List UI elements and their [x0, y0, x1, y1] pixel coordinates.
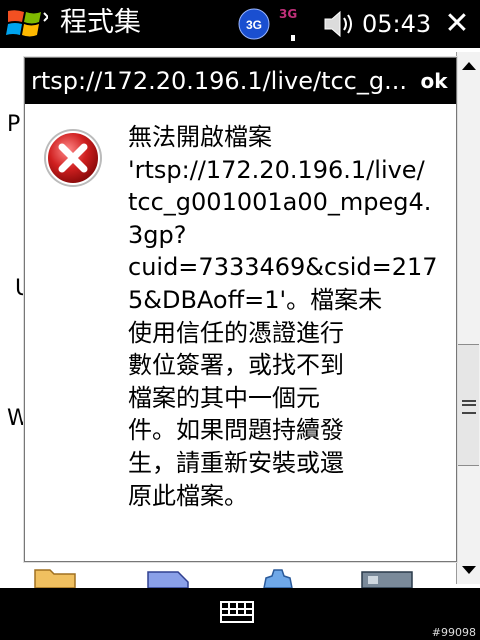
message-line: 檔案的其中一個元: [128, 383, 320, 412]
message-line: 數位簽署，或找不到: [128, 351, 344, 380]
message-line: cuid=7333469&csid=217: [128, 253, 438, 282]
network-3g-icon[interactable]: 3G: [238, 8, 270, 40]
soft-key-bar: #99098: [0, 588, 480, 640]
folder-icon[interactable]: [32, 566, 78, 588]
signal-bar: [291, 35, 295, 41]
message-line: 件。如果問題持續發: [128, 416, 344, 445]
speaker-icon[interactable]: [321, 8, 357, 40]
app-title: 程式集: [60, 7, 141, 38]
status-bar: 程式集 3G 3G 05:43 ✕: [0, 0, 480, 48]
error-message: 無法開啟檔案 'rtsp://172.20.196.1/live/ tcc_g0…: [128, 121, 438, 512]
vertical-scrollbar[interactable]: [456, 52, 480, 584]
close-icon[interactable]: ✕: [441, 8, 473, 40]
message-line: 無法開啟檔案: [128, 123, 272, 151]
media-player-icon[interactable]: [360, 566, 414, 588]
grip-icon: [462, 400, 476, 414]
message-line: 5&DBAoff=1'。檔案未: [128, 285, 383, 314]
scroll-down-arrow-icon[interactable]: [462, 566, 476, 574]
message-line: 生，請重新安裝或還: [128, 448, 344, 477]
error-icon: [44, 129, 102, 187]
dialog-titlebar: rtsp://172.20.196.1/live/tcc_g... ok: [25, 58, 456, 104]
keyboard-icon[interactable]: [220, 598, 254, 624]
message-line: 'rtsp://172.20.196.1/live/: [128, 155, 425, 184]
scrollbar-thumb[interactable]: [458, 344, 479, 466]
message-line: 3gp?: [128, 220, 187, 249]
background-item-label: P: [7, 112, 21, 137]
watermark: #99098: [431, 626, 476, 639]
dialog-title: rtsp://172.20.196.1/live/tcc_g...: [31, 67, 407, 95]
message-line: tcc_g001001a00_mpeg4.: [128, 188, 432, 217]
settings-icon[interactable]: [254, 566, 304, 588]
message-line: 使用信任的憑證進行: [128, 318, 344, 347]
error-dialog: rtsp://172.20.196.1/live/tcc_g... ok 無法開…: [24, 57, 457, 562]
network-label: 3G: [246, 18, 262, 32]
clock[interactable]: 05:43: [362, 8, 431, 40]
signal-label: 3G: [279, 7, 298, 21]
signal-strength-icon[interactable]: 3G: [279, 5, 307, 45]
document-icon[interactable]: [146, 566, 192, 588]
ok-button[interactable]: ok: [417, 67, 451, 95]
message-line: 原此檔案。: [128, 481, 248, 510]
scroll-up-arrow-icon[interactable]: [462, 62, 476, 70]
windows-start-icon[interactable]: [6, 7, 48, 41]
